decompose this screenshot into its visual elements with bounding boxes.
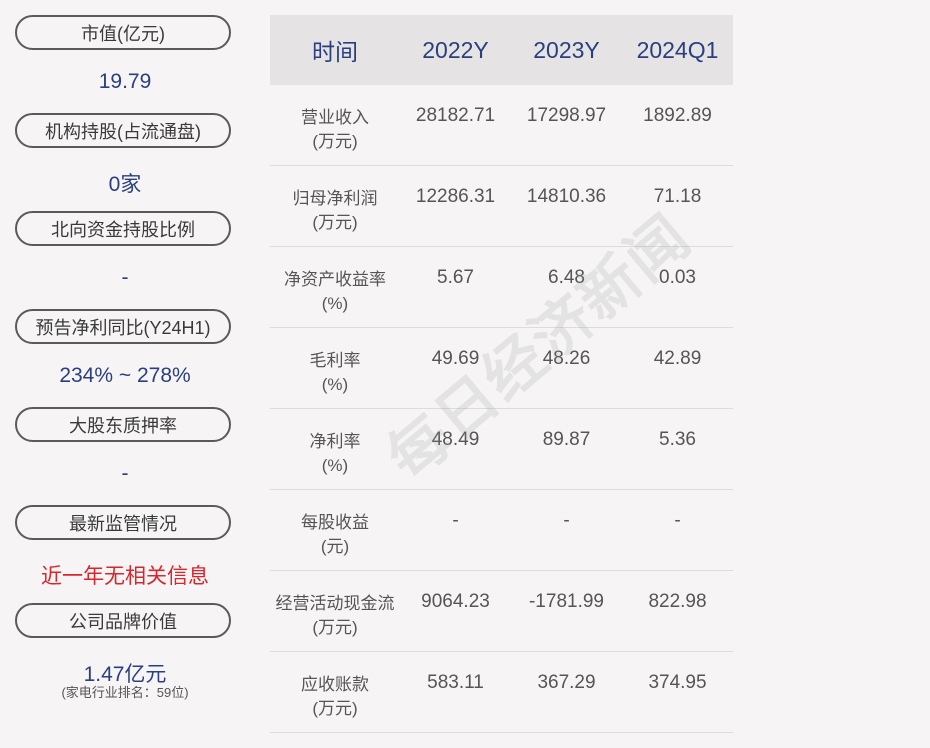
table-row: 经营活动现金流 (万元) 9064.23 -1781.99 822.98: [270, 571, 733, 652]
metric-name: 经营活动现金流: [275, 594, 395, 613]
row-label: 净利率 (%): [270, 409, 400, 478]
metric-unit: (万元): [312, 699, 358, 718]
cell-value: 89.87: [542, 429, 591, 450]
market-cap-label: 市值(亿元): [15, 15, 231, 50]
cell-value: 71.18: [653, 186, 702, 207]
metric-unit: (元): [320, 537, 350, 556]
cell-value: 1892.89: [643, 105, 712, 126]
cell-value: 17298.97: [526, 105, 607, 126]
institutional-holding-value: 0家: [108, 173, 142, 196]
header-period: 时间: [312, 39, 358, 65]
cell-value: 5.36: [659, 429, 696, 450]
profit-forecast-label: 预告净利同比(Y24H1): [15, 309, 231, 344]
cell-value: -1781.99: [528, 591, 604, 612]
metric-name: 毛利率: [309, 351, 361, 370]
metric-unit: (%): [321, 375, 349, 394]
cell-value: 6.48: [548, 267, 585, 288]
cell-value: 49.69: [431, 348, 480, 369]
cell-value: 5.67: [437, 267, 474, 288]
cell-value: 0.03: [659, 267, 696, 288]
metric-unit: (万元): [312, 618, 358, 637]
cell-value: 14810.36: [526, 186, 607, 207]
left-panel: 市值(亿元) 19.79 机构持股(占流通盘) 0家 北向资金持股比例 - 预告…: [0, 0, 250, 748]
table-row: 净利率 (%) 48.49 89.87 5.36: [270, 409, 733, 490]
row-label: 净资产收益率 (%): [270, 247, 400, 316]
metric-name: 营业收入: [301, 108, 369, 127]
header-2022: 2022Y: [422, 36, 489, 63]
row-label: 营业收入 (万元): [270, 85, 400, 154]
cell-value: 28182.71: [415, 105, 496, 126]
header-2024q1: 2024Q1: [636, 36, 719, 63]
header-2023: 2023Y: [533, 36, 600, 63]
cell-value: 48.26: [542, 348, 591, 369]
metric-unit: (%): [321, 294, 349, 313]
profit-forecast-value: 234% ~ 278%: [59, 364, 191, 387]
cell-value: 48.49: [431, 429, 480, 450]
regulatory-status-label: 最新监管情况: [15, 505, 231, 540]
row-label: 归母净利润 (万元): [270, 166, 400, 235]
row-label: 经营活动现金流 (万元): [270, 571, 400, 640]
table-row: 归母净利润 (万元) 12286.31 14810.36 71.18: [270, 166, 733, 247]
metric-name: 净资产收益率: [284, 270, 386, 289]
table-row: 每股收益 (元) - - -: [270, 490, 733, 571]
cell-value: 822.98: [648, 591, 707, 612]
row-label: 应收账款 (万元): [270, 652, 400, 721]
northbound-holding-label: 北向资金持股比例: [15, 211, 231, 246]
metric-name: 每股收益: [301, 513, 369, 532]
cell-value: 374.95: [648, 672, 707, 693]
financial-table: 时间 2022Y 2023Y 2024Q1 营业收入 (万元) 28182.71 …: [270, 15, 733, 733]
regulatory-status-value: 近一年无相关信息: [41, 565, 209, 588]
cell-value: -: [452, 510, 459, 531]
metric-name: 归母净利润: [292, 189, 378, 208]
cell-value: -: [563, 510, 570, 531]
pledge-ratio-label: 大股东质押率: [15, 407, 231, 442]
table-row: 毛利率 (%) 49.69 48.26 42.89: [270, 328, 733, 409]
metric-unit: (万元): [312, 213, 358, 232]
table-row: 净资产收益率 (%) 5.67 6.48 0.03: [270, 247, 733, 328]
pledge-ratio-value: -: [121, 462, 129, 485]
market-cap-value: 19.79: [98, 70, 152, 93]
table-row: 营业收入 (万元) 28182.71 17298.97 1892.89: [270, 85, 733, 166]
table-row: 应收账款 (万元) 583.11 367.29 374.95: [270, 652, 733, 733]
row-label: 毛利率 (%): [270, 328, 400, 397]
northbound-holding-value: -: [121, 266, 129, 289]
metric-unit: (万元): [312, 132, 358, 151]
metric-unit: (%): [321, 456, 349, 475]
metric-name: 净利率: [309, 432, 361, 451]
row-label: 每股收益 (元): [270, 490, 400, 559]
cell-value: -: [674, 510, 681, 531]
metric-name: 应收账款: [301, 675, 369, 694]
brand-value-label: 公司品牌价值: [15, 603, 231, 638]
cell-value: 9064.23: [421, 591, 490, 612]
brand-rank-note: (家电行业排名：59位): [61, 685, 189, 700]
cell-value: 367.29: [537, 672, 596, 693]
institutional-holding-label: 机构持股(占流通盘): [15, 113, 231, 148]
cell-value: 42.89: [653, 348, 702, 369]
table-header: 时间 2022Y 2023Y 2024Q1: [270, 15, 733, 85]
cell-value: 583.11: [427, 672, 484, 693]
cell-value: 12286.31: [415, 186, 496, 207]
